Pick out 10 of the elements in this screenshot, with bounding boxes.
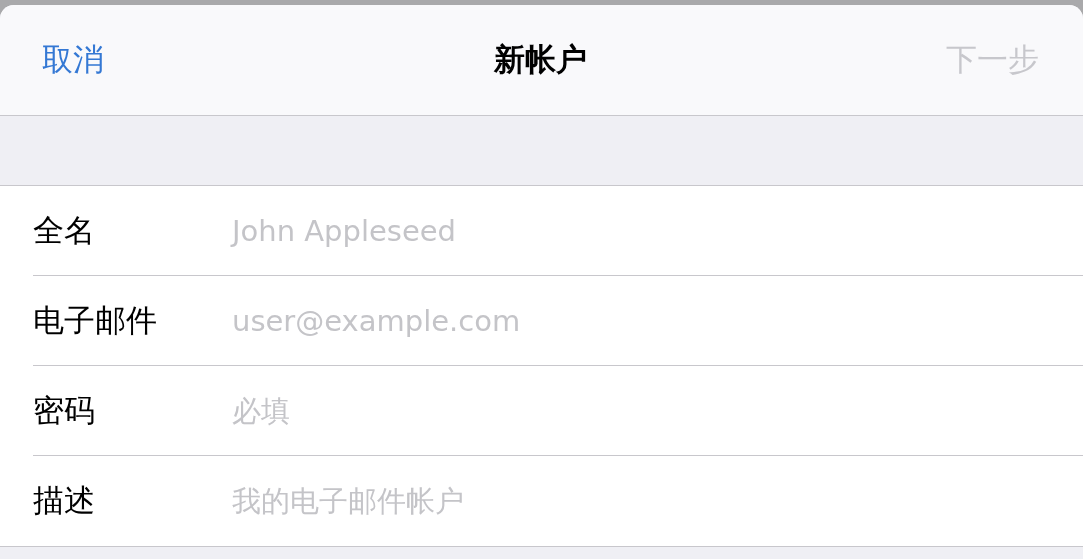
cancel-button[interactable]: 取消	[42, 39, 104, 81]
field-label: 描述	[33, 481, 96, 520]
field-label: 全名	[33, 210, 96, 250]
window-title: 新帐户	[494, 40, 587, 79]
input-field[interactable]: user@example.com	[232, 290, 1083, 351]
field-label: 密码	[33, 390, 96, 430]
input-field[interactable]: 必填	[232, 380, 1083, 441]
field-label: 电子邮件	[33, 300, 158, 340]
input-field[interactable]: 我的电子邮件帐户	[232, 471, 1083, 531]
input-field[interactable]: John Appleseed	[232, 200, 1083, 261]
